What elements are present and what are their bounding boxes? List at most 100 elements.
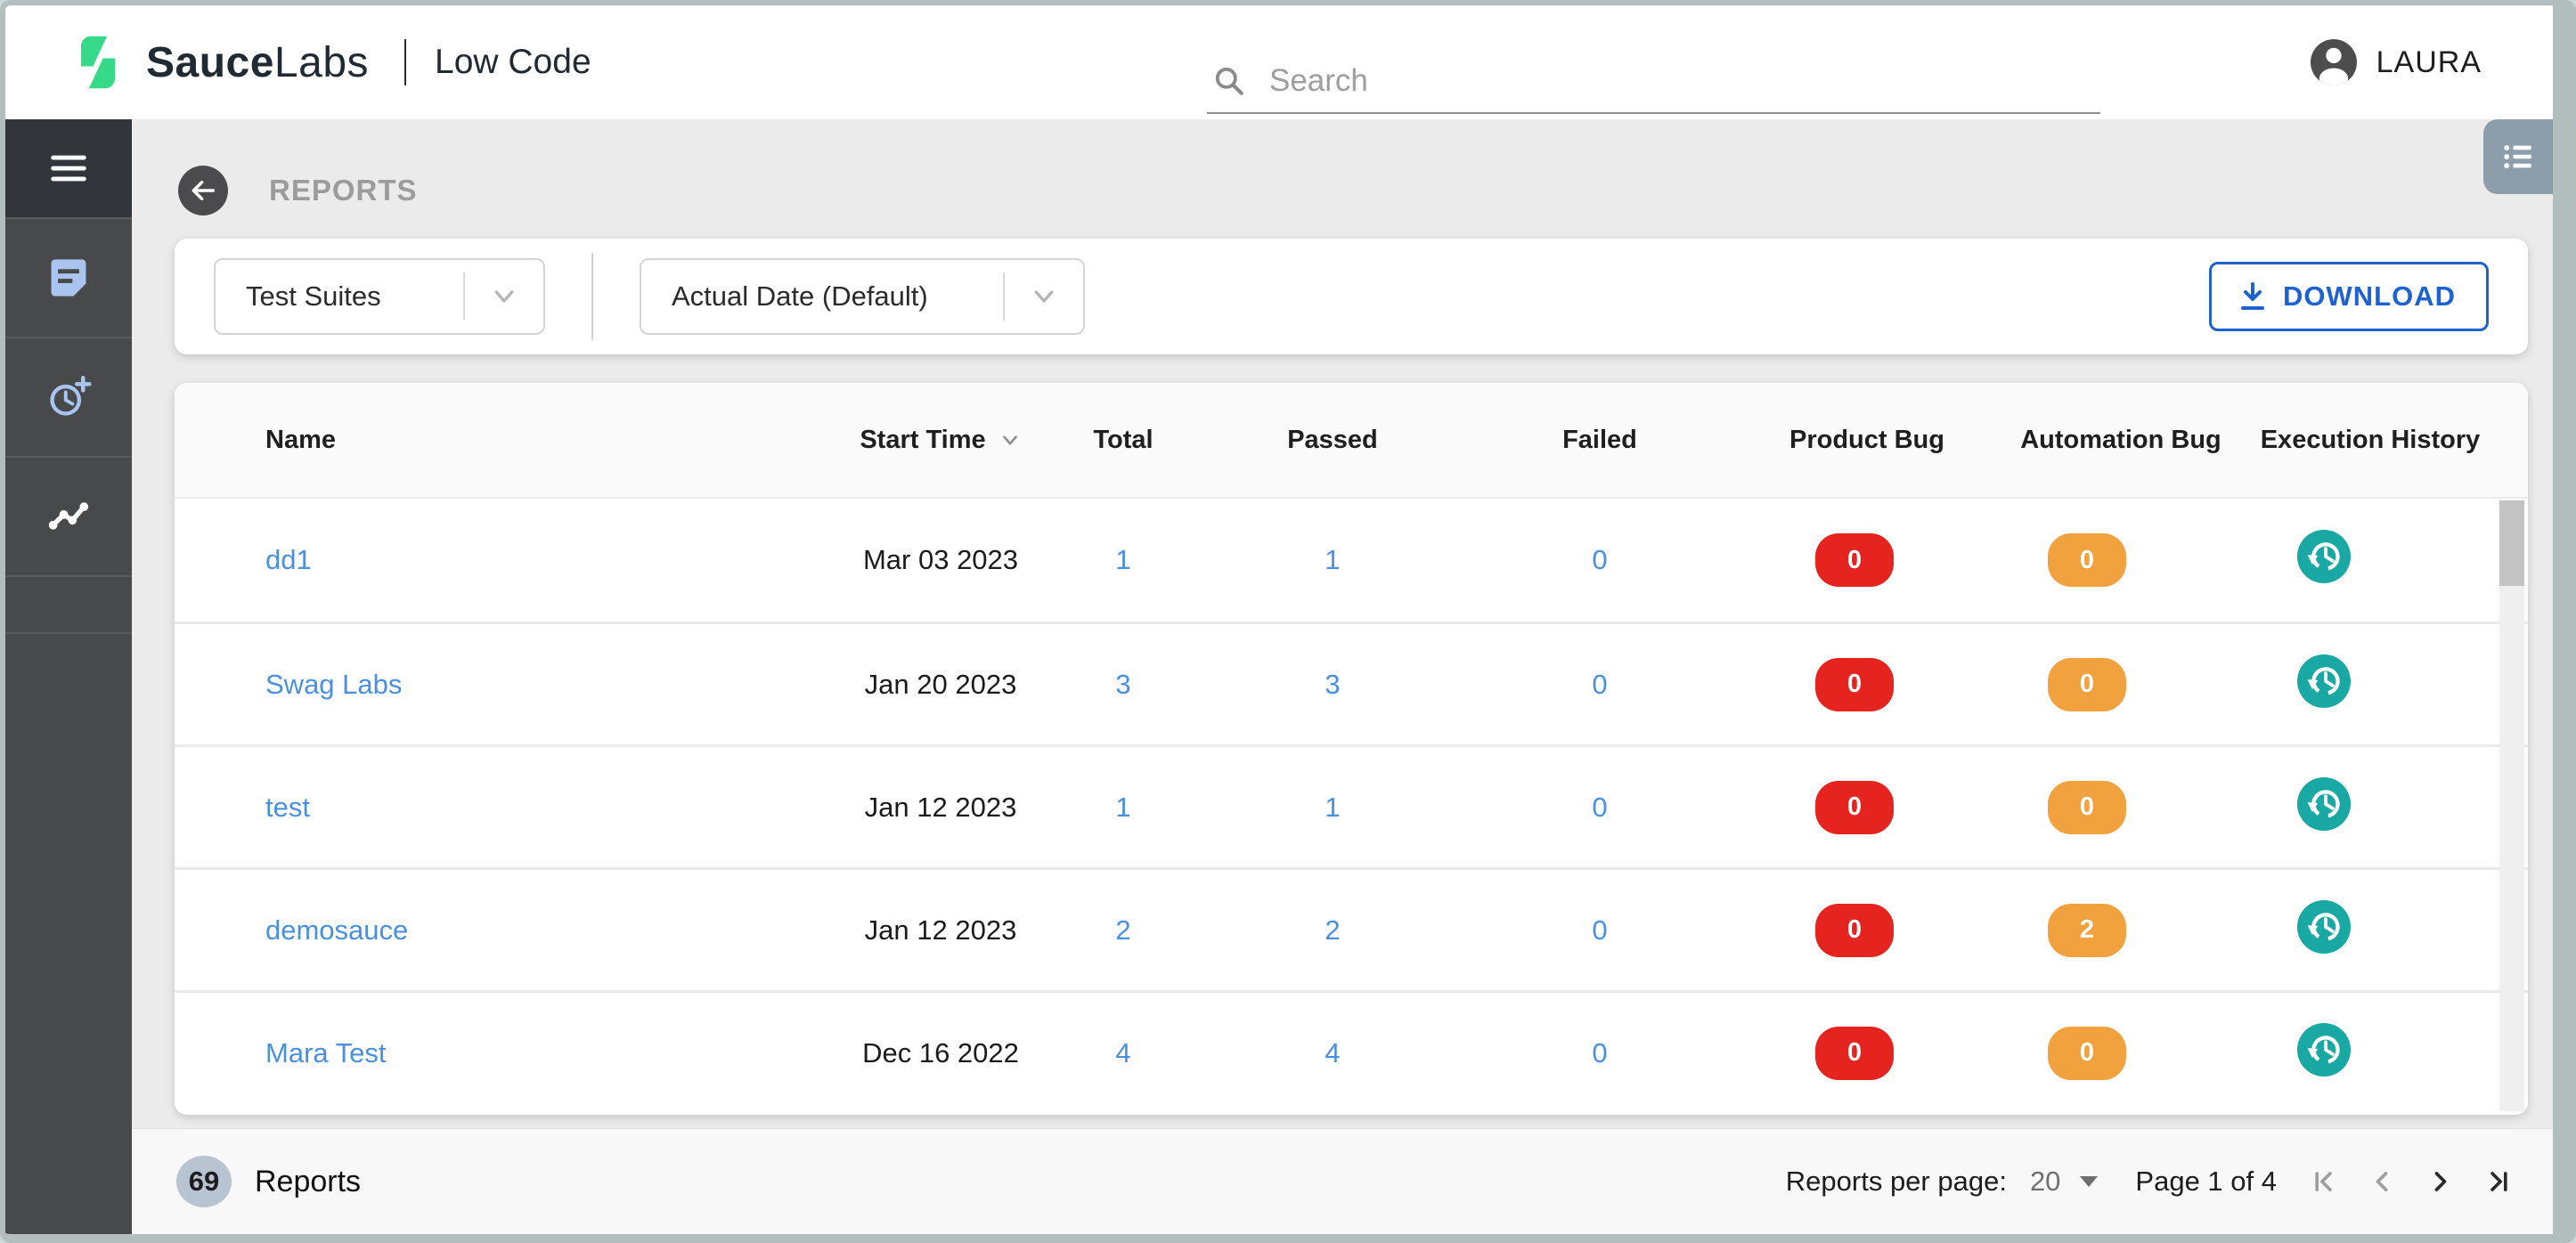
- last-page-icon: [2490, 1172, 2507, 1191]
- suite-filter-select[interactable]: Test Suites: [214, 258, 545, 335]
- download-button[interactable]: DOWNLOAD: [2209, 262, 2489, 331]
- report-name-link[interactable]: dd1: [265, 544, 312, 575]
- column-header-product-bug: Product Bug: [1789, 425, 1944, 454]
- start-time-value: Mar 03 2023: [862, 544, 1019, 575]
- column-header-automation-bug: Automation Bug: [2020, 425, 2221, 454]
- report-name-link[interactable]: test: [265, 792, 310, 823]
- history-icon: [2296, 776, 2352, 831]
- report-name-link[interactable]: Mara Test: [265, 1037, 387, 1068]
- automation-bug-badge: 0: [2048, 1026, 2126, 1080]
- main-content: REPORTS Test Suites Actual Date (Default…: [132, 119, 2553, 1234]
- product-bug-badge: 0: [1815, 903, 1894, 957]
- column-header-total: Total: [1093, 425, 1153, 454]
- total-link[interactable]: 4: [1115, 1037, 1130, 1068]
- automation-bug-badge: 2: [2048, 903, 2126, 957]
- avatar: [2310, 39, 2357, 85]
- automation-bug-badge: 0: [2048, 657, 2126, 711]
- passed-link[interactable]: 1: [1325, 544, 1340, 575]
- execution-history-button[interactable]: [2296, 529, 2352, 584]
- chevron-left-icon: [2376, 1172, 2388, 1191]
- table-scrollbar: [2499, 500, 2524, 1111]
- failed-link[interactable]: 0: [1592, 914, 1607, 946]
- scrollbar-thumb[interactable]: [2499, 500, 2524, 586]
- chevron-down-icon: [465, 283, 543, 310]
- passed-link[interactable]: 3: [1325, 669, 1340, 700]
- passed-link[interactable]: 2: [1325, 914, 1340, 946]
- execution-history-button[interactable]: [2296, 1022, 2352, 1077]
- sidebar-item-documents[interactable]: [5, 219, 132, 338]
- list-icon: [2504, 144, 2531, 169]
- date-filter-select[interactable]: Actual Date (Default): [640, 258, 1085, 335]
- failed-link[interactable]: 0: [1592, 792, 1607, 823]
- saucelabs-logo-icon: [80, 36, 116, 89]
- passed-link[interactable]: 1: [1325, 792, 1340, 823]
- product-bug-badge: 0: [1815, 780, 1894, 834]
- column-header-name: Name: [265, 425, 336, 454]
- table-header-row: Name Start Time Total Passed Failed Prod…: [175, 383, 2528, 499]
- passed-link[interactable]: 4: [1325, 1037, 1340, 1068]
- start-time-value: Jan 20 2023: [864, 668, 1017, 700]
- user-menu[interactable]: LAURA: [2310, 5, 2482, 119]
- chevron-right-icon: [2434, 1172, 2447, 1191]
- date-filter-value: Actual Date (Default): [672, 280, 928, 312]
- execution-history-button[interactable]: [2296, 654, 2352, 709]
- clock-plus-icon: [50, 376, 92, 416]
- page-title: REPORTS: [269, 174, 418, 207]
- total-link[interactable]: 3: [1115, 669, 1130, 700]
- table-row: Swag Labs Jan 20 2023 3 3 0 0 0: [175, 622, 2528, 744]
- pagination-controls: Reports per page: 20 Page 1 of 4: [1786, 1164, 2517, 1199]
- failed-link[interactable]: 0: [1592, 1037, 1607, 1068]
- report-name-link[interactable]: demosauce: [265, 914, 408, 946]
- download-icon: [2241, 282, 2265, 310]
- table-row: demosauce Jan 12 2023 2 2 0 0 2: [175, 867, 2528, 990]
- column-header-start-time-label: Start Time: [860, 425, 986, 454]
- first-page-button[interactable]: [2305, 1164, 2341, 1199]
- table-footer: 69 Reports Reports per page: 20 Page 1 o…: [132, 1129, 2553, 1234]
- last-page-button[interactable]: [2482, 1164, 2517, 1199]
- per-page-select[interactable]: 20: [2029, 1166, 2099, 1198]
- start-time-value: Jan 12 2023: [864, 791, 1017, 823]
- failed-link[interactable]: 0: [1592, 544, 1607, 575]
- total-link[interactable]: 1: [1115, 792, 1130, 823]
- previous-page-button[interactable]: [2364, 1164, 2400, 1199]
- sidebar-menu-toggle[interactable]: [5, 119, 132, 219]
- page-info: Page 1 of 4: [2135, 1166, 2277, 1197]
- next-page-button[interactable]: [2423, 1164, 2458, 1199]
- table-row: dd1 Mar 03 2023 1 1 0 0 0: [175, 499, 2528, 622]
- sidebar-spacer: [5, 577, 132, 634]
- back-button[interactable]: [178, 166, 228, 215]
- page-head: REPORTS: [132, 119, 2553, 239]
- reports-table: Name Start Time Total Passed Failed Prod…: [175, 383, 2528, 1115]
- history-icon: [2296, 1022, 2352, 1076]
- document-icon: [51, 259, 86, 297]
- brand-name-light: Labs: [273, 38, 370, 86]
- execution-history-button[interactable]: [2296, 776, 2352, 832]
- column-header-start-time[interactable]: Start Time: [834, 426, 1048, 455]
- first-page-icon: [2315, 1172, 2332, 1191]
- search-input[interactable]: [1268, 62, 2025, 100]
- app-window: SauceLabs Low Code LAURA: [0, 0, 2576, 1243]
- sidebar-item-schedules[interactable]: [5, 338, 132, 458]
- global-search: [1207, 62, 2100, 114]
- download-label: DOWNLOAD: [2283, 280, 2456, 312]
- total-link[interactable]: 2: [1115, 914, 1130, 946]
- report-name-link[interactable]: Swag Labs: [265, 669, 402, 700]
- count-label: Reports: [255, 1164, 362, 1198]
- sidebar: [5, 119, 132, 1234]
- product-bug-badge: 0: [1815, 533, 1894, 587]
- list-view-button[interactable]: [2483, 119, 2553, 194]
- failed-link[interactable]: 0: [1592, 669, 1607, 700]
- table-row: test Jan 12 2023 1 1 0 0 0: [175, 744, 2528, 867]
- chevron-down-icon: [1005, 283, 1083, 310]
- brand-divider: [404, 39, 407, 85]
- automation-bug-badge: 0: [2048, 780, 2126, 834]
- product-bug-badge: 0: [1815, 657, 1894, 711]
- reports-count: 69 Reports: [176, 1156, 361, 1207]
- per-page-label: Reports per page:: [1785, 1166, 2007, 1197]
- total-link[interactable]: 1: [1115, 544, 1130, 575]
- sidebar-item-reports[interactable]: [5, 458, 132, 577]
- column-header-failed: Failed: [1562, 425, 1637, 454]
- top-header: SauceLabs Low Code LAURA: [5, 5, 2553, 119]
- per-page-value: 20: [2029, 1166, 2061, 1197]
- execution-history-button[interactable]: [2296, 899, 2352, 955]
